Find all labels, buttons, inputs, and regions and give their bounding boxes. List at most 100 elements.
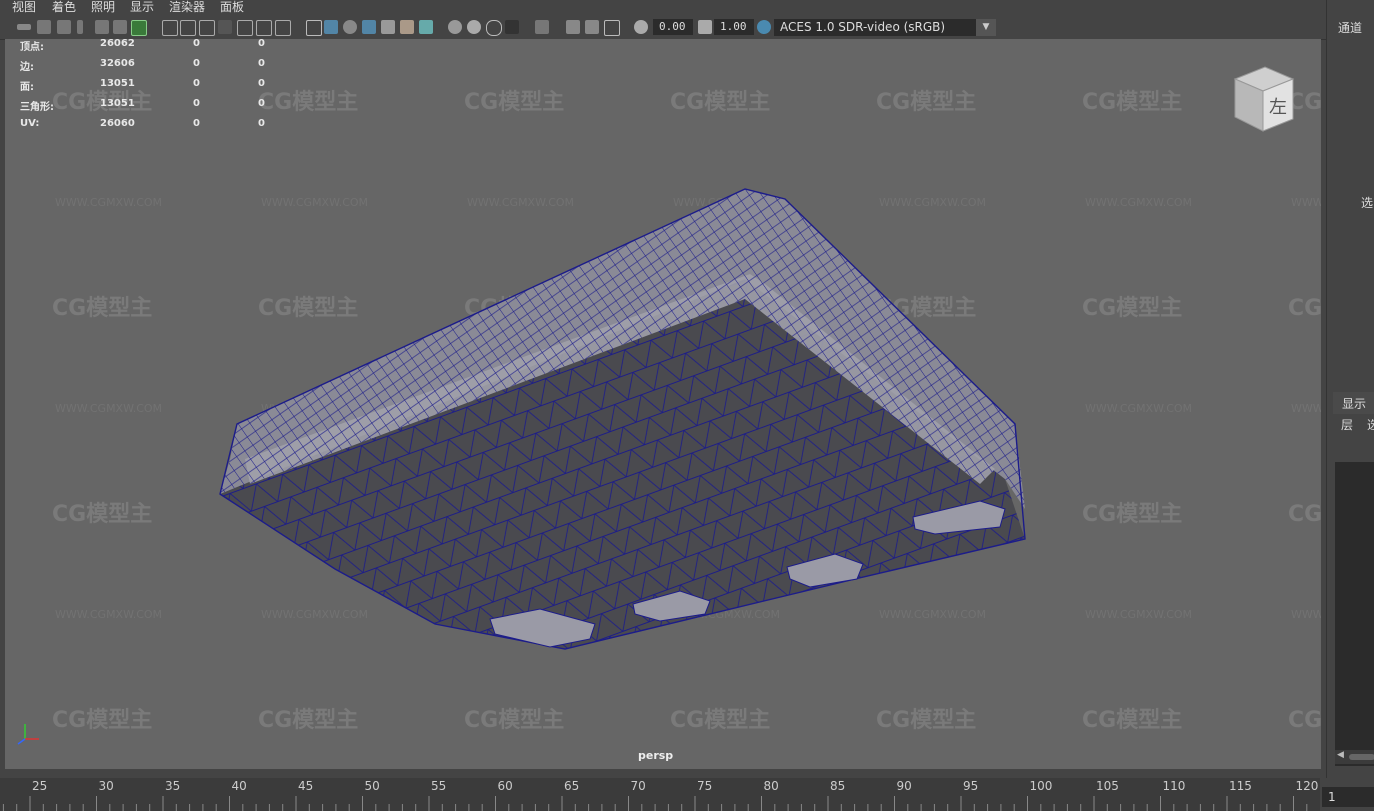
watermark-logo: CG模型主	[1288, 296, 1321, 321]
depth-of-field-icon[interactable]	[505, 20, 519, 34]
menu-shading[interactable]: 着色	[52, 0, 76, 15]
menu-options[interactable]: 选	[1367, 416, 1374, 433]
view-transform-value: ACES 1.0 SDR-video (sRGB)	[780, 20, 946, 34]
timeline-tick-label: 105	[1096, 779, 1119, 793]
watermark-logo: CG模型主	[1082, 296, 1182, 321]
safe-action-icon[interactable]	[256, 20, 272, 36]
menu-show[interactable]: 显示	[130, 0, 154, 15]
watermark-logo: CG模型主	[258, 708, 358, 733]
watermark-url: WWW.CGMXW.COM	[55, 402, 162, 415]
hud-label: 面:	[20, 82, 34, 93]
scrollbar-thumb[interactable]	[1349, 754, 1374, 760]
timeline-tick-label: 45	[298, 779, 314, 793]
color-management-icon[interactable]	[757, 20, 771, 34]
view-cube[interactable]: 左	[1227, 65, 1299, 137]
timeline-tick-label: 80	[763, 779, 779, 793]
horizontal-scrollbar[interactable]: ◀	[1335, 750, 1374, 764]
xray-icon[interactable]	[566, 20, 580, 34]
chevron-down-icon[interactable]: ▼	[976, 19, 996, 36]
watermark-logo: CG模型主	[670, 90, 770, 115]
current-frame-field[interactable]: 1	[1322, 787, 1374, 807]
timeline-tick-label: 120	[1295, 779, 1319, 793]
tab-channels[interactable]: 通道	[1338, 19, 1362, 36]
wireframe-icon[interactable]	[306, 20, 322, 36]
hud-row-faces: 面: 13051 0 0	[20, 78, 290, 98]
lighting-icon[interactable]	[400, 20, 414, 34]
isolate-select-icon[interactable]	[535, 20, 549, 34]
hud-row-edges: 边: 32606 0 0	[20, 58, 290, 78]
select-camera-icon[interactable]	[17, 24, 31, 30]
exposure-field[interactable]: 0.00	[653, 19, 693, 35]
watermark-logo: CG模型主	[52, 296, 152, 321]
timeline-tick-label: 70	[630, 779, 646, 793]
hud-value: 13051	[100, 78, 135, 89]
textured-icon[interactable]	[381, 20, 395, 34]
watermark-url: WWW.CGMXW.COM	[1085, 608, 1192, 621]
anti-aliasing-icon[interactable]	[486, 20, 502, 36]
default-material-icon[interactable]	[343, 20, 357, 34]
menu-panels[interactable]: 面板	[220, 0, 244, 15]
watermark-logo: CG模型主	[1082, 708, 1182, 733]
poly-count-hud: 顶点: 26062 0 0 边: 32606 0 0 面: 13051 0 0 …	[20, 39, 290, 138]
watermark-url: WWW.CGMXW.COM	[55, 608, 162, 621]
hud-selected-2: 0	[258, 39, 265, 49]
watermark-url: WWW.CGMXW.COM	[1291, 608, 1321, 621]
menu-lighting[interactable]: 照明	[91, 0, 115, 15]
chevron-left-icon[interactable]: ◀	[1337, 750, 1344, 760]
hud-selected-2: 0	[258, 58, 265, 69]
watermark-url: WWW.CGMXW.COM	[261, 196, 368, 209]
hud-selected: 0	[193, 98, 200, 109]
watermark-logo: CG模型主	[1288, 708, 1321, 733]
resolution-gate-icon[interactable]	[199, 20, 215, 36]
watermark-logo: CG模型主	[464, 708, 564, 733]
motion-blur-icon[interactable]	[467, 20, 481, 34]
hud-selected-2: 0	[258, 78, 265, 89]
hud-value: 32606	[100, 58, 135, 69]
smooth-shade-icon[interactable]	[324, 20, 338, 34]
film-gate-icon[interactable]	[180, 20, 196, 36]
tab-display[interactable]: 显示	[1342, 395, 1366, 412]
field-chart-icon[interactable]	[237, 20, 253, 36]
hud-label: 三角形:	[20, 102, 54, 113]
hud-selected-2: 0	[258, 98, 265, 109]
wireframe-on-shaded-icon[interactable]	[362, 20, 376, 34]
2d-pan-zoom-icon[interactable]	[113, 20, 127, 34]
grid-icon[interactable]	[162, 20, 178, 36]
menu-renderer[interactable]: 渲染器	[169, 0, 205, 15]
hud-label: UV:	[20, 118, 40, 129]
hud-label: 边:	[20, 62, 34, 73]
timeline-tick-label: 40	[231, 779, 247, 793]
time-slider-ticks	[2, 796, 1308, 811]
view-transform-dropdown[interactable]: ACES 1.0 SDR-video (sRGB) ▼	[774, 19, 996, 36]
gamma-icon[interactable]	[698, 20, 712, 34]
watermark-url: WWW.CGMXW.COM	[261, 608, 368, 621]
camera-attributes-icon[interactable]	[37, 20, 51, 34]
screen-space-ao-icon[interactable]	[448, 20, 462, 34]
watermark-logo: CG模型主	[258, 296, 358, 321]
grease-pencil-icon[interactable]	[131, 20, 147, 36]
image-plane-icon[interactable]	[95, 20, 109, 34]
timeline-tick-label: 60	[497, 779, 513, 793]
xray-components-icon[interactable]	[604, 20, 620, 36]
gate-mask-icon[interactable]	[218, 20, 232, 34]
watermark-logo: CG模型主	[1288, 502, 1321, 527]
hud-value: 26060	[100, 118, 135, 129]
watermark-url: WWW.CGMXW.COM	[467, 196, 574, 209]
timeline-tick-label: 55	[431, 779, 447, 793]
panel-toolbar: 0.00 1.00 ACES 1.0 SDR-video (sRGB) ▼	[0, 16, 1326, 40]
time-slider[interactable]: 25 30 35 40 45 50 55 60 65 70 75 80 85 90 95 100 105 110 1…	[0, 778, 1320, 811]
watermark-logo: CG模型主	[670, 708, 770, 733]
timeline-tick-label: 75	[697, 779, 713, 793]
bookmark-icon[interactable]	[77, 20, 83, 34]
camera-label: persp	[638, 749, 674, 762]
safe-title-icon[interactable]	[275, 20, 291, 36]
shadows-icon[interactable]	[419, 20, 433, 34]
layer-list[interactable]	[1335, 462, 1374, 766]
exposure-icon[interactable]	[634, 20, 648, 34]
perspective-viewport[interactable]: CG模型主 CG模型主 CG模型主 CG模型主 CG模型主 CG模型主 CG模型主 CG模型主…	[5, 39, 1321, 769]
gamma-field[interactable]: 1.00	[714, 19, 754, 35]
bookmarks-icon[interactable]	[57, 20, 71, 34]
menu-view[interactable]: 视图	[12, 0, 36, 15]
menu-layers[interactable]: 层	[1341, 416, 1353, 433]
xray-joints-icon[interactable]	[585, 20, 599, 34]
